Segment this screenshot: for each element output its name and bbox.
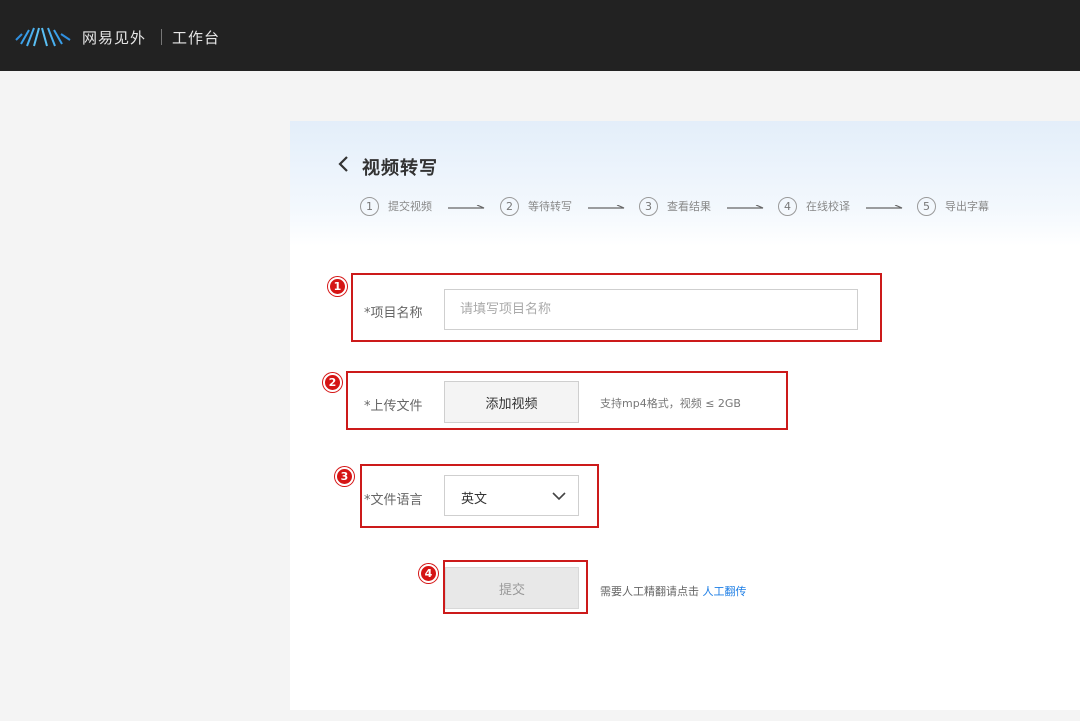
- step-2: 2 等待转写: [500, 196, 572, 216]
- language-label: *文件语言: [364, 493, 423, 508]
- top-bar: 网易见外 工作台: [0, 0, 1080, 71]
- step-number: 3: [639, 196, 658, 216]
- manual-translation-link[interactable]: 人工翻传: [703, 585, 747, 598]
- step-3: 3 查看结果: [639, 196, 711, 216]
- step-1: 1 提交视频: [360, 196, 432, 216]
- annotation-badge: 1: [328, 277, 347, 296]
- annotation-badge: 3: [335, 467, 354, 486]
- step-label: 等待转写: [528, 200, 572, 213]
- step-5: 5 导出字幕: [917, 196, 989, 216]
- step-label: 在线校译: [806, 200, 850, 213]
- submit-button[interactable]: 提交: [445, 567, 579, 609]
- project-name-input[interactable]: [444, 289, 858, 330]
- upload-hint: 支持mp4格式，视频 ≤ 2GB: [600, 397, 741, 410]
- brand-name[interactable]: 网易见外: [82, 27, 146, 48]
- step-number: 2: [500, 196, 519, 216]
- step-label: 查看结果: [667, 200, 711, 213]
- arrow-right-icon: [588, 205, 625, 209]
- step-number: 4: [778, 196, 797, 216]
- page-title: 视频转写: [362, 158, 438, 179]
- arrow-right-icon: [448, 205, 485, 209]
- waveform-logo-icon[interactable]: [14, 26, 74, 48]
- add-video-button[interactable]: 添加视频: [444, 381, 579, 423]
- project-name-label: *项目名称: [364, 306, 423, 321]
- chevron-left-icon[interactable]: [336, 154, 350, 174]
- step-number: 5: [917, 196, 936, 216]
- step-number: 1: [360, 196, 379, 216]
- language-select[interactable]: 英文: [444, 475, 579, 516]
- manual-hint-text: 需要人工精翻请点击: [600, 585, 699, 598]
- workbench-label[interactable]: 工作台: [172, 27, 220, 48]
- step-label: 提交视频: [388, 200, 432, 213]
- manual-translation-hint: 需要人工精翻请点击 人工翻传: [600, 583, 747, 599]
- arrow-right-icon: [727, 205, 764, 209]
- panel-header: [290, 121, 1080, 246]
- language-selected-value: 英文: [461, 492, 488, 507]
- arrow-right-icon: [866, 205, 903, 209]
- annotation-badge: 4: [419, 564, 438, 583]
- chevron-down-icon: [552, 492, 566, 501]
- brand-divider: [161, 29, 162, 45]
- upload-label: *上传文件: [364, 399, 423, 414]
- step-label: 导出字幕: [945, 200, 989, 213]
- annotation-badge: 2: [323, 373, 342, 392]
- step-4: 4 在线校译: [778, 196, 850, 216]
